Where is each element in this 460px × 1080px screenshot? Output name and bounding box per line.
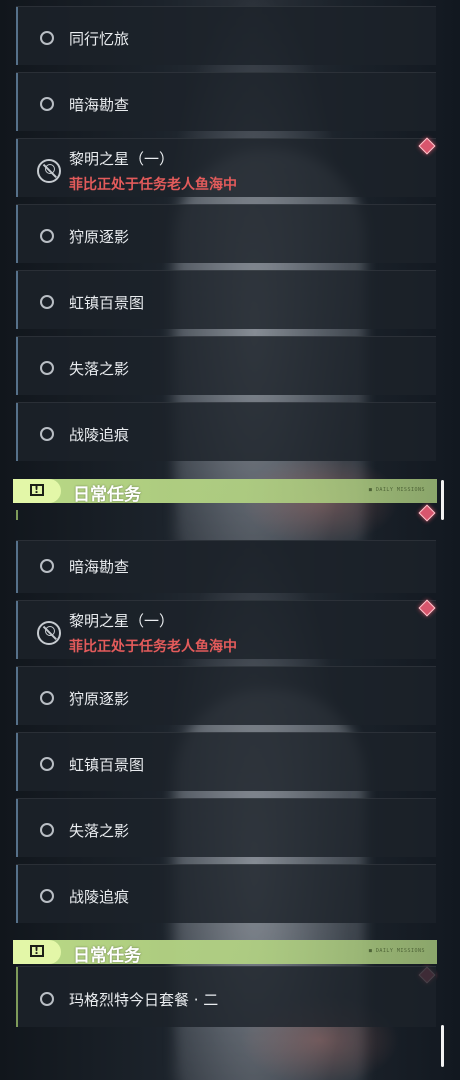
quest-item-3[interactable]: 虹镇百景图 (16, 732, 436, 791)
item-accent-bar (16, 667, 18, 725)
item-accent-bar (16, 967, 18, 1027)
daily-quest-item-0[interactable]: 玛格烈特今日套餐 · 二 (16, 966, 436, 1027)
item-accent-bar (16, 271, 18, 329)
radio-circle-icon (40, 31, 54, 45)
item-accent-bar (16, 205, 18, 263)
radio-circle-icon (40, 889, 54, 903)
section-header-daily[interactable]: 日常任务 ■ DAILY MISSIONS (13, 940, 437, 966)
quest-title: 失落之影 (69, 822, 130, 840)
quest-status-text: 菲比正处于任务老人鱼海中 (69, 177, 237, 193)
section-badge (13, 479, 61, 503)
radio-circle-icon (40, 427, 54, 441)
item-accent-bar (16, 733, 18, 791)
quest-item-4[interactable]: 虹镇百景图 (16, 270, 436, 329)
quest-item-2[interactable]: 黎明之星（一） 菲比正处于任务老人鱼海中 (16, 138, 436, 197)
quest-title: 暗海勘查 (69, 96, 130, 114)
item-accent-bar (16, 7, 18, 65)
section-title: 日常任务 (73, 946, 141, 966)
item-accent-bar (16, 601, 18, 659)
exclamation-box-icon (30, 944, 44, 957)
item-accent-bar (16, 73, 18, 131)
quest-status-text: 菲比正处于任务老人鱼海中 (69, 639, 237, 655)
radio-circle-icon (40, 361, 54, 375)
radio-circle-icon (40, 992, 54, 1006)
radio-circle-icon (40, 97, 54, 111)
locked-quest-icon (37, 159, 61, 183)
quest-title: 虹镇百景图 (69, 756, 145, 774)
quest-item-0[interactable]: 同行忆旅 (16, 6, 436, 65)
quest-item-2[interactable]: 狩原逐影 (16, 666, 436, 725)
quest-title: 同行忆旅 (69, 30, 130, 48)
section-header-daily[interactable]: 日常任务 ■ DAILY MISSIONS (13, 479, 437, 505)
radio-circle-icon (40, 757, 54, 771)
item-accent-bar (16, 403, 18, 461)
scrollbar[interactable] (441, 480, 444, 520)
item-accent-bar (16, 541, 18, 593)
quest-item-5[interactable]: 失落之影 (16, 336, 436, 395)
section-title: 日常任务 (73, 485, 141, 505)
quest-item-4[interactable]: 失落之影 (16, 798, 436, 857)
item-accent-bar (16, 799, 18, 857)
quest-item-3[interactable]: 狩原逐影 (16, 204, 436, 263)
quest-list-panel-top: 同行忆旅 暗海勘查 黎明之星（一） 菲比正处于任务老人鱼海中 狩原逐影 虹镇百景… (0, 0, 460, 540)
radio-circle-icon (40, 559, 54, 573)
item-accent-bar (16, 865, 18, 923)
quest-title: 失落之影 (69, 360, 130, 378)
item-accent-bar (16, 510, 18, 520)
item-accent-bar (16, 139, 18, 197)
radio-circle-icon (40, 295, 54, 309)
radio-circle-icon (40, 229, 54, 243)
section-decor-text: ■ DAILY MISSIONS (368, 487, 425, 493)
exclamation-box-icon (30, 483, 44, 496)
quest-title: 暗海勘查 (69, 558, 130, 576)
quest-title: 战陵追痕 (69, 426, 130, 444)
quest-title: 玛格烈特今日套餐 · 二 (69, 991, 219, 1009)
section-badge (13, 940, 61, 964)
quest-item-5[interactable]: 战陵追痕 (16, 864, 436, 923)
quest-title: 狩原逐影 (69, 690, 130, 708)
quest-item-1[interactable]: 暗海勘查 (16, 72, 436, 131)
section-decor-text: ■ DAILY MISSIONS (368, 948, 425, 954)
item-accent-bar (16, 337, 18, 395)
locked-quest-icon (37, 621, 61, 645)
radio-circle-icon (40, 691, 54, 705)
radio-circle-icon (40, 823, 54, 837)
quest-title: 战陵追痕 (69, 888, 130, 906)
quest-item-1[interactable]: 黎明之星（一） 菲比正处于任务老人鱼海中 (16, 600, 436, 659)
quest-list-panel-bottom: 暗海勘查 黎明之星（一） 菲比正处于任务老人鱼海中 狩原逐影 虹镇百景图 失落之… (0, 540, 460, 1080)
quest-title: 黎明之星（一） (69, 150, 175, 168)
quest-item-0[interactable]: 暗海勘查 (16, 540, 436, 593)
quest-title: 狩原逐影 (69, 228, 130, 246)
quest-title: 黎明之星（一） (69, 612, 175, 630)
quest-title: 虹镇百景图 (69, 294, 145, 312)
quest-item-6[interactable]: 战陵追痕 (16, 402, 436, 461)
scrollbar[interactable] (441, 1025, 444, 1067)
